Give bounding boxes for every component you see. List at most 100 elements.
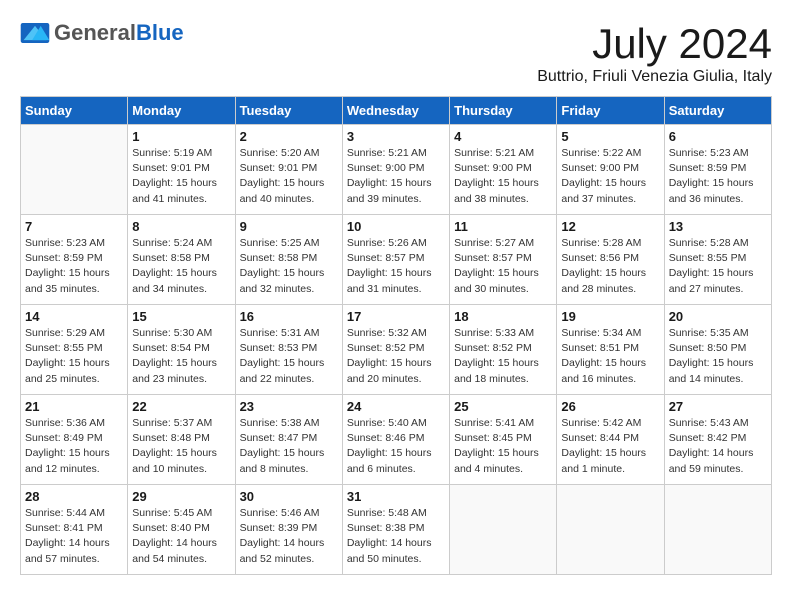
day-number: 10: [347, 219, 445, 234]
column-header-monday: Monday: [128, 97, 235, 125]
calendar-body: 1Sunrise: 5:19 AM Sunset: 9:01 PM Daylig…: [21, 125, 772, 575]
calendar-week-3: 14Sunrise: 5:29 AM Sunset: 8:55 PM Dayli…: [21, 305, 772, 395]
day-info: Sunrise: 5:22 AM Sunset: 9:00 PM Dayligh…: [561, 146, 659, 207]
day-number: 25: [454, 399, 552, 414]
calendar-cell: 8Sunrise: 5:24 AM Sunset: 8:58 PM Daylig…: [128, 215, 235, 305]
day-number: 21: [25, 399, 123, 414]
calendar-cell: 17Sunrise: 5:32 AM Sunset: 8:52 PM Dayli…: [342, 305, 449, 395]
calendar-cell: 27 Sunrise: 5:43 AM Sunset: 8:42 PM Dayli…: [664, 395, 771, 485]
day-number: 29: [132, 489, 230, 504]
calendar-cell: 25 Sunrise: 5:41 AM Sunset: 8:45 PM Dayli…: [450, 395, 557, 485]
day-number: 9: [240, 219, 338, 234]
calendar-week-5: 28 Sunrise: 5:44 AM Sunset: 8:41 PM Dayli…: [21, 485, 772, 575]
day-number: 7: [25, 219, 123, 234]
day-number: 28: [25, 489, 123, 504]
calendar-cell: 18Sunrise: 5:33 AM Sunset: 8:52 PM Dayli…: [450, 305, 557, 395]
day-info: Sunrise: 5:41 AM Sunset: 8:45 PM Dayligh…: [454, 416, 552, 477]
day-number: 14: [25, 309, 123, 324]
calendar-cell: [664, 485, 771, 575]
calendar-cell: 31 Sunrise: 5:48 AM Sunset: 8:38 PM Dayli…: [342, 485, 449, 575]
day-number: 27: [669, 399, 767, 414]
month-title: July 2024: [537, 20, 772, 68]
day-number: 19: [561, 309, 659, 324]
calendar-cell: [21, 125, 128, 215]
column-header-friday: Friday: [557, 97, 664, 125]
day-number: 15: [132, 309, 230, 324]
day-info: Sunrise: 5:44 AM Sunset: 8:41 PM Dayligh…: [25, 506, 123, 567]
day-info: Sunrise: 5:23 AM Sunset: 8:59 PM Dayligh…: [25, 236, 123, 297]
column-header-saturday: Saturday: [664, 97, 771, 125]
calendar-week-4: 21 Sunrise: 5:36 AM Sunset: 8:49 PM Dayli…: [21, 395, 772, 485]
day-number: 17: [347, 309, 445, 324]
day-info: Sunrise: 5:36 AM Sunset: 8:49 PM Dayligh…: [25, 416, 123, 477]
calendar-cell: 9 Sunrise: 5:25 AM Sunset: 8:58 PM Daylig…: [235, 215, 342, 305]
day-info: Sunrise: 5:38 AM Sunset: 8:47 PM Dayligh…: [240, 416, 338, 477]
title-area: July 2024 Buttrio, Friuli Venezia Giulia…: [537, 20, 772, 86]
page-header: GeneralBlue July 2024 Buttrio, Friuli Ve…: [20, 20, 772, 86]
day-info: Sunrise: 5:34 AM Sunset: 8:51 PM Dayligh…: [561, 326, 659, 387]
column-header-sunday: Sunday: [21, 97, 128, 125]
day-info: Sunrise: 5:42 AM Sunset: 8:44 PM Dayligh…: [561, 416, 659, 477]
day-info: Sunrise: 5:30 AM Sunset: 8:54 PM Dayligh…: [132, 326, 230, 387]
day-number: 5: [561, 129, 659, 144]
day-number: 13: [669, 219, 767, 234]
calendar-cell: 30 Sunrise: 5:46 AM Sunset: 8:39 PM Dayli…: [235, 485, 342, 575]
day-number: 11: [454, 219, 552, 234]
day-info: Sunrise: 5:26 AM Sunset: 8:57 PM Dayligh…: [347, 236, 445, 297]
day-number: 31: [347, 489, 445, 504]
day-info: Sunrise: 5:43 AM Sunset: 8:42 PM Dayligh…: [669, 416, 767, 477]
calendar-cell: 13Sunrise: 5:28 AM Sunset: 8:55 PM Dayli…: [664, 215, 771, 305]
calendar-cell: 14Sunrise: 5:29 AM Sunset: 8:55 PM Dayli…: [21, 305, 128, 395]
day-number: 18: [454, 309, 552, 324]
calendar-cell: 3 Sunrise: 5:21 AM Sunset: 9:00 PM Daylig…: [342, 125, 449, 215]
calendar-week-2: 7 Sunrise: 5:23 AM Sunset: 8:59 PM Daylig…: [21, 215, 772, 305]
logo-icon: [20, 23, 50, 43]
day-number: 6: [669, 129, 767, 144]
calendar-cell: 2Sunrise: 5:20 AM Sunset: 9:01 PM Daylig…: [235, 125, 342, 215]
day-info: Sunrise: 5:45 AM Sunset: 8:40 PM Dayligh…: [132, 506, 230, 567]
day-info: Sunrise: 5:20 AM Sunset: 9:01 PM Dayligh…: [240, 146, 338, 207]
day-number: 23: [240, 399, 338, 414]
day-info: Sunrise: 5:25 AM Sunset: 8:58 PM Dayligh…: [240, 236, 338, 297]
day-info: Sunrise: 5:21 AM Sunset: 9:00 PM Dayligh…: [347, 146, 445, 207]
day-info: Sunrise: 5:48 AM Sunset: 8:38 PM Dayligh…: [347, 506, 445, 567]
column-header-wednesday: Wednesday: [342, 97, 449, 125]
calendar-cell: 20 Sunrise: 5:35 AM Sunset: 8:50 PM Dayli…: [664, 305, 771, 395]
calendar-cell: 16 Sunrise: 5:31 AM Sunset: 8:53 PM Dayli…: [235, 305, 342, 395]
day-number: 1: [132, 129, 230, 144]
day-number: 12: [561, 219, 659, 234]
calendar-cell: 10 Sunrise: 5:26 AM Sunset: 8:57 PM Dayli…: [342, 215, 449, 305]
day-info: Sunrise: 5:23 AM Sunset: 8:59 PM Dayligh…: [669, 146, 767, 207]
day-info: Sunrise: 5:27 AM Sunset: 8:57 PM Dayligh…: [454, 236, 552, 297]
day-number: 4: [454, 129, 552, 144]
day-number: 30: [240, 489, 338, 504]
logo-text: GeneralBlue: [54, 20, 184, 46]
calendar-cell: 12 Sunrise: 5:28 AM Sunset: 8:56 PM Dayli…: [557, 215, 664, 305]
calendar-table: SundayMondayTuesdayWednesdayThursdayFrid…: [20, 96, 772, 575]
calendar-cell: [557, 485, 664, 575]
day-info: Sunrise: 5:31 AM Sunset: 8:53 PM Dayligh…: [240, 326, 338, 387]
day-info: Sunrise: 5:35 AM Sunset: 8:50 PM Dayligh…: [669, 326, 767, 387]
calendar-header-row: SundayMondayTuesdayWednesdayThursdayFrid…: [21, 97, 772, 125]
calendar-cell: 28 Sunrise: 5:44 AM Sunset: 8:41 PM Dayli…: [21, 485, 128, 575]
day-number: 20: [669, 309, 767, 324]
day-number: 3: [347, 129, 445, 144]
calendar-cell: 4Sunrise: 5:21 AM Sunset: 9:00 PM Daylig…: [450, 125, 557, 215]
column-header-tuesday: Tuesday: [235, 97, 342, 125]
day-info: Sunrise: 5:24 AM Sunset: 8:58 PM Dayligh…: [132, 236, 230, 297]
calendar-cell: 19 Sunrise: 5:34 AM Sunset: 8:51 PM Dayli…: [557, 305, 664, 395]
calendar-cell: 7 Sunrise: 5:23 AM Sunset: 8:59 PM Daylig…: [21, 215, 128, 305]
day-number: 24: [347, 399, 445, 414]
calendar-cell: 21 Sunrise: 5:36 AM Sunset: 8:49 PM Dayli…: [21, 395, 128, 485]
day-number: 16: [240, 309, 338, 324]
day-info: Sunrise: 5:46 AM Sunset: 8:39 PM Dayligh…: [240, 506, 338, 567]
location-title: Buttrio, Friuli Venezia Giulia, Italy: [537, 68, 772, 86]
calendar-cell: 6 Sunrise: 5:23 AM Sunset: 8:59 PM Daylig…: [664, 125, 771, 215]
calendar-cell: 11 Sunrise: 5:27 AM Sunset: 8:57 PM Dayli…: [450, 215, 557, 305]
day-number: 22: [132, 399, 230, 414]
logo: GeneralBlue: [20, 20, 184, 46]
day-info: Sunrise: 5:28 AM Sunset: 8:56 PM Dayligh…: [561, 236, 659, 297]
calendar-cell: 15 Sunrise: 5:30 AM Sunset: 8:54 PM Dayli…: [128, 305, 235, 395]
calendar-cell: 23 Sunrise: 5:38 AM Sunset: 8:47 PM Dayli…: [235, 395, 342, 485]
day-info: Sunrise: 5:40 AM Sunset: 8:46 PM Dayligh…: [347, 416, 445, 477]
